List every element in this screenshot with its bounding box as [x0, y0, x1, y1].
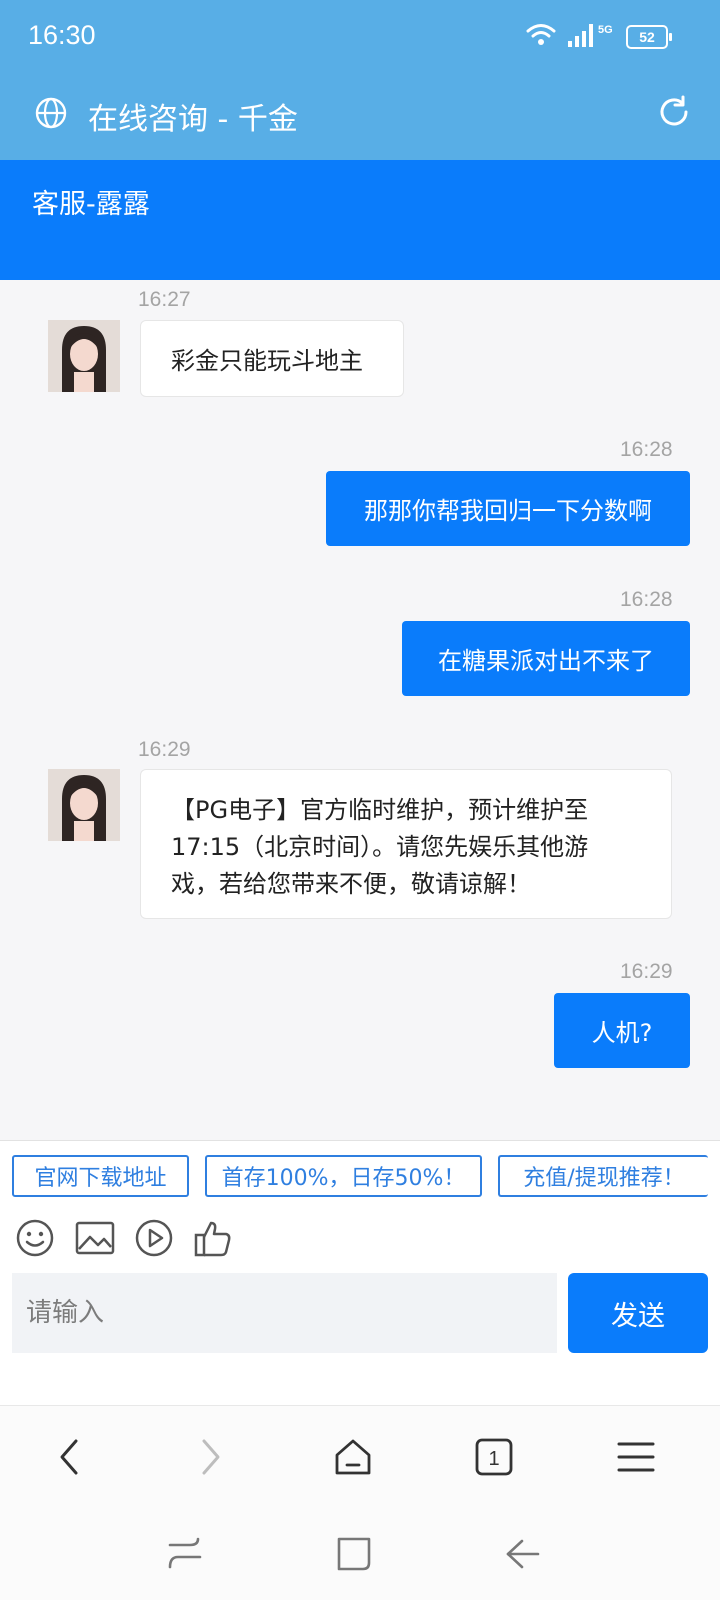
image-icon[interactable] — [74, 1217, 116, 1259]
agent-name: 客服-露露 — [32, 189, 150, 220]
chat-log[interactable]: 16:27 彩金只能玩斗地主 16:28 那那你帮我回归一下分数啊 16:28 … — [0, 280, 720, 1140]
avatar[interactable] — [48, 320, 120, 392]
outgoing-message: 人机? — [554, 993, 690, 1068]
title-row: 在线咨询 - 千金 — [0, 82, 720, 152]
message-time: 16:29 — [138, 738, 191, 761]
back-arrow-icon[interactable] — [502, 1533, 544, 1575]
quick-reply-deposit-bonus[interactable]: 首存100%，日存50%！ — [205, 1155, 482, 1197]
back-icon[interactable] — [46, 1434, 92, 1480]
top-bar: 16:30 5G 52 在线咨询 - 千金 — [0, 0, 720, 160]
browser-toolbar: 1 — [0, 1405, 720, 1506]
status-time: 16:30 — [28, 20, 96, 50]
incoming-message: 彩金只能玩斗地主 — [140, 320, 404, 397]
message-line: 戏，若给您带来不便，敬请谅解！ — [171, 870, 531, 898]
forward-icon[interactable] — [188, 1434, 234, 1480]
wifi-icon — [526, 22, 556, 52]
avatar[interactable] — [48, 769, 120, 841]
agent-header: 客服-露露 — [0, 160, 720, 280]
send-button[interactable]: 发送 — [568, 1273, 708, 1353]
recents-icon[interactable] — [164, 1533, 206, 1575]
message-time: 16:27 — [138, 288, 191, 311]
system-nav-bar — [0, 1505, 720, 1600]
network-label: 5G — [598, 24, 613, 36]
outgoing-message: 在糖果派对出不来了 — [402, 621, 690, 696]
message-line: 17:15（北京时间）。请您先娱乐其他游 — [171, 833, 589, 861]
home-square-icon[interactable] — [333, 1533, 375, 1575]
quick-reply-recommend[interactable]: 充值/提现推荐！ — [498, 1155, 708, 1197]
menu-icon[interactable] — [613, 1434, 659, 1480]
battery-icon: 52 — [626, 25, 672, 49]
tabs-icon[interactable]: 1 — [471, 1434, 517, 1480]
outgoing-message: 那那你帮我回归一下分数啊 — [326, 471, 690, 546]
message-time: 16:29 — [620, 960, 673, 983]
quick-reply-download[interactable]: 官网下载地址 — [12, 1155, 189, 1197]
home-icon[interactable] — [330, 1434, 376, 1480]
message-time: 16:28 — [620, 588, 673, 611]
message-line: 【PG电子】官方临时维护，预计维护至 — [171, 796, 589, 824]
video-icon[interactable] — [133, 1217, 175, 1259]
status-icons: 5G 52 — [526, 21, 672, 53]
globe-icon[interactable] — [34, 96, 68, 134]
signal-icon: 5G — [566, 21, 616, 53]
incoming-message: 【PG电子】官方临时维护，预计维护至 17:15（北京时间）。请您先娱乐其他游 … — [140, 769, 672, 919]
message-time: 16:28 — [620, 438, 673, 461]
composer-area: 官网下载地址 首存100%，日存50%！ 充值/提现推荐！ 发送 — [0, 1140, 720, 1406]
message-input[interactable] — [12, 1273, 557, 1353]
page-title: 在线咨询 - 千金 — [88, 102, 298, 137]
refresh-icon[interactable] — [656, 94, 692, 134]
thumbs-up-icon[interactable] — [192, 1217, 234, 1259]
emoji-icon[interactable] — [14, 1217, 56, 1259]
tab-count: 1 — [488, 1448, 499, 1470]
